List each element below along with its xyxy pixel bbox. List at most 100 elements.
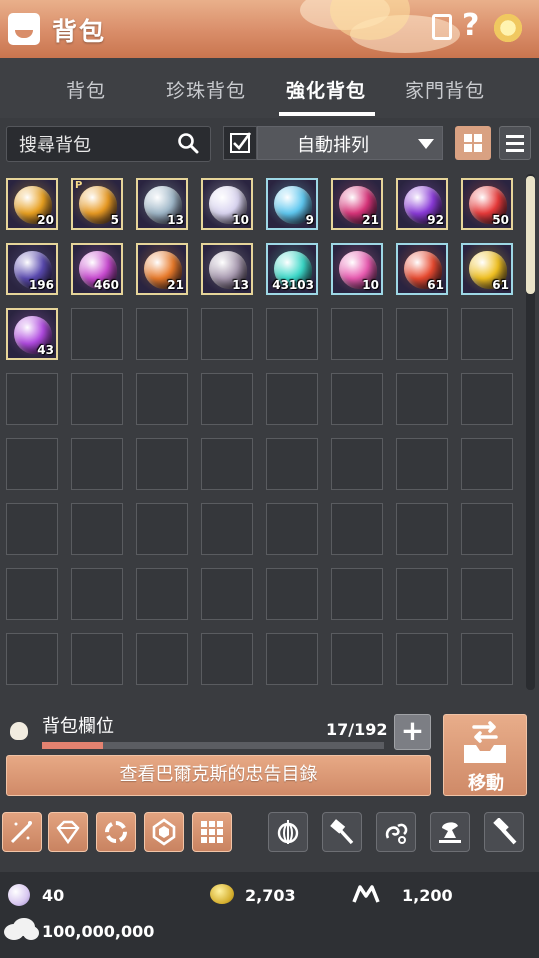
swirl-tool-button[interactable] [376,812,416,852]
empty-slot[interactable] [266,373,318,425]
inventory-item[interactable]: 21 [136,243,188,295]
item-count: 13 [232,278,249,292]
empty-slot[interactable] [461,633,513,685]
empty-slot[interactable] [461,503,513,555]
empty-slot[interactable] [136,373,188,425]
empty-slot[interactable] [461,373,513,425]
empty-slot[interactable] [396,503,448,555]
inventory-item[interactable]: 9 [266,178,318,230]
empty-slot[interactable] [331,568,383,620]
inventory-item[interactable]: 20 [6,178,58,230]
rings-tool-button[interactable] [96,812,136,852]
item-count: 20 [37,213,54,227]
flower-icon[interactable] [490,10,526,46]
empty-slot[interactable] [136,633,188,685]
inventory-item[interactable]: 10 [201,178,253,230]
inventory-item[interactable]: 43 [6,308,58,360]
empty-slot[interactable] [6,568,58,620]
empty-slot[interactable] [331,633,383,685]
empty-slot[interactable] [136,568,188,620]
empty-slot[interactable] [71,633,123,685]
gem-tool-button[interactable] [48,812,88,852]
expand-slots-button[interactable]: + [394,714,431,750]
empty-slot[interactable] [461,308,513,360]
empty-slot[interactable] [71,503,123,555]
tab-enhance-bag[interactable]: 強化背包 [286,76,366,103]
move-button[interactable]: 移動 [443,714,527,796]
empty-slot[interactable] [71,438,123,490]
grid-view-button[interactable] [455,126,491,160]
inventory-item[interactable]: 10 [331,243,383,295]
empty-slot[interactable] [396,308,448,360]
empty-slot[interactable] [461,568,513,620]
silver-coin-amount: 2,703 [245,886,296,905]
mallet-tool-button[interactable] [484,812,524,852]
item-count: 460 [93,278,119,292]
empty-slot[interactable] [71,308,123,360]
inventory-item[interactable]: 196 [6,243,58,295]
empty-slot[interactable] [266,568,318,620]
empty-slot[interactable] [266,633,318,685]
inventory-item[interactable]: 13 [136,178,188,230]
auto-sort-checkbox[interactable] [223,126,257,160]
search-input[interactable] [17,132,171,158]
inventory-item[interactable]: 21 [331,178,383,230]
inventory-item[interactable]: 460 [71,243,123,295]
item-count: 21 [362,213,379,227]
empty-slot[interactable] [6,373,58,425]
empty-slot[interactable] [396,568,448,620]
empty-slot[interactable] [266,438,318,490]
grid-icon [201,821,223,843]
empty-slot[interactable] [6,503,58,555]
inventory-item[interactable]: 50 [461,178,513,230]
search-icon[interactable] [177,132,199,154]
transfer-box-icon [464,721,506,763]
inventory-item[interactable]: 92 [396,178,448,230]
inventory-item[interactable]: P5 [71,178,123,230]
sort-dropdown[interactable]: 自動排列 [257,126,443,160]
empty-slot[interactable] [331,503,383,555]
hammer-tool-button[interactable] [322,812,362,852]
empty-slot[interactable] [396,633,448,685]
inventory-item[interactable]: 61 [396,243,448,295]
empty-slot[interactable] [201,633,253,685]
crystal-tool-button[interactable] [144,812,184,852]
empty-slot[interactable] [201,568,253,620]
advice-list-button[interactable]: 查看巴爾克斯的忠告目錄 [6,755,431,796]
empty-slot[interactable] [461,438,513,490]
document-icon[interactable] [432,14,452,40]
empty-slot[interactable] [266,308,318,360]
list-view-button[interactable] [499,126,531,160]
empty-slot[interactable] [331,438,383,490]
empty-slot[interactable] [331,373,383,425]
empty-slot[interactable] [331,308,383,360]
lantern-tool-button[interactable] [268,812,308,852]
empty-slot[interactable] [71,373,123,425]
scrollbar-thumb[interactable] [526,176,535,294]
empty-slot[interactable] [6,633,58,685]
tab-pearl-bag[interactable]: 珍珠背包 [166,76,246,103]
inventory-item[interactable]: 43103 [266,243,318,295]
empty-slot[interactable] [201,503,253,555]
empty-slot[interactable] [136,503,188,555]
empty-slot[interactable] [266,503,318,555]
empty-slot[interactable] [201,438,253,490]
inventory-item[interactable]: 61 [461,243,513,295]
inventory-item[interactable]: 13 [201,243,253,295]
empty-slot[interactable] [71,568,123,620]
empty-slot[interactable] [201,308,253,360]
empty-slot[interactable] [396,373,448,425]
empty-slot[interactable] [6,438,58,490]
empty-slot[interactable] [136,438,188,490]
empty-slot[interactable] [396,438,448,490]
sword-tool-button[interactable] [2,812,42,852]
help-icon[interactable]: ? [462,8,479,43]
anvil-tool-button[interactable] [430,812,470,852]
swirl-icon [385,823,408,844]
empty-slot[interactable] [201,373,253,425]
grid-tool-button[interactable] [192,812,232,852]
empty-slot[interactable] [136,308,188,360]
checkmark-icon [230,132,252,153]
tab-family-bag[interactable]: 家門背包 [405,76,485,103]
tab-bag[interactable]: 背包 [66,76,106,103]
